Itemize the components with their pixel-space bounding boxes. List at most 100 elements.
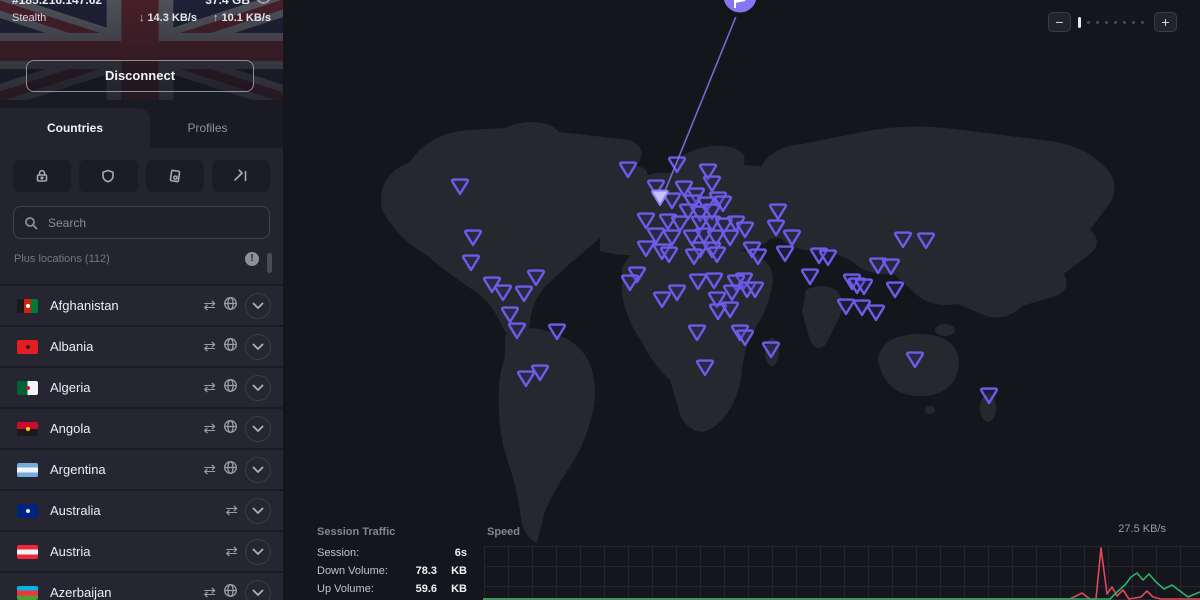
zoom-slider-handle[interactable] bbox=[1078, 17, 1081, 28]
upload-speed: ↑10.1 KB/s bbox=[213, 12, 271, 24]
session-unit: 6s bbox=[437, 547, 467, 561]
info-icon[interactable]: ! bbox=[245, 252, 259, 266]
latency-sort-button[interactable] bbox=[212, 160, 270, 192]
expand-chevron-button[interactable] bbox=[245, 539, 271, 565]
zoom-slider-dot[interactable] bbox=[1087, 21, 1090, 24]
country-row-afghanistan[interactable]: Afghanistan⇄ bbox=[0, 284, 283, 325]
location-pin[interactable] bbox=[868, 306, 884, 320]
tab-profiles[interactable]: Profiles bbox=[150, 108, 265, 148]
austria-flag-icon bbox=[17, 545, 38, 559]
session-traffic-title: Session Traffic bbox=[317, 526, 467, 538]
expand-chevron-button[interactable] bbox=[245, 293, 271, 319]
location-pin[interactable] bbox=[887, 283, 903, 297]
port-forward-swap-icon[interactable]: ⇄ bbox=[203, 585, 216, 600]
port-forward-swap-icon[interactable]: ⇄ bbox=[203, 462, 216, 477]
port-forward-swap-icon[interactable]: ⇄ bbox=[203, 421, 216, 436]
country-row-azerbaijan[interactable]: Azerbaijan⇄ bbox=[0, 571, 283, 600]
down-volume-row: Down Volume: 78.3 KB bbox=[317, 565, 467, 579]
expand-chevron-button[interactable] bbox=[245, 334, 271, 360]
port-forward-swap-icon[interactable]: ⇄ bbox=[203, 380, 216, 395]
country-row-albania[interactable]: Albania⇄ bbox=[0, 325, 283, 366]
search-icon bbox=[24, 216, 38, 230]
zoom-in-button[interactable]: + bbox=[1154, 12, 1177, 32]
list-scrollbar-thumb[interactable] bbox=[267, 253, 272, 273]
country-name: Afghanistan bbox=[50, 298, 203, 313]
country-name: Algeria bbox=[50, 380, 203, 395]
protocol-label[interactable]: Stealth bbox=[12, 12, 46, 24]
speed-graph-lines bbox=[483, 520, 1200, 600]
lock-icon bbox=[35, 169, 49, 183]
globe-icon[interactable] bbox=[223, 296, 238, 316]
zoom-out-button[interactable]: − bbox=[1048, 12, 1071, 32]
expand-chevron-button[interactable] bbox=[245, 580, 271, 600]
algeria-flag-icon bbox=[17, 381, 38, 395]
port-forward-swap-icon[interactable]: ⇄ bbox=[203, 298, 216, 313]
country-row-austria[interactable]: Austria⇄ bbox=[0, 530, 283, 571]
port-forward-swap-icon[interactable]: ⇄ bbox=[203, 339, 216, 354]
zoom-slider-dot[interactable] bbox=[1096, 21, 1099, 24]
down-volume-label: Down Volume: bbox=[317, 565, 389, 579]
country-row-australia[interactable]: Australia⇄ bbox=[0, 489, 283, 530]
header-status-row: Stealth ↓14.3 KB/s ↑10.1 KB/s bbox=[0, 6, 283, 24]
down-volume-unit: KB bbox=[437, 565, 467, 579]
gear-icon[interactable] bbox=[256, 0, 271, 4]
globe-icon[interactable] bbox=[223, 460, 238, 480]
search-box[interactable] bbox=[13, 206, 270, 239]
country-name: Azerbaijan bbox=[50, 585, 203, 600]
country-row-argentina[interactable]: Argentina⇄ bbox=[0, 448, 283, 489]
expand-chevron-button[interactable] bbox=[245, 375, 271, 401]
expand-chevron-button[interactable] bbox=[245, 416, 271, 442]
up-volume-value: 59.6 bbox=[389, 583, 437, 597]
plus-locations-label: Plus locations (112) bbox=[14, 253, 110, 265]
download-speed: ↓14.3 KB/s bbox=[139, 12, 197, 24]
argentina-flag-icon bbox=[17, 463, 38, 477]
globe-icon[interactable] bbox=[223, 378, 238, 398]
country-row-angola[interactable]: Angola⇄ bbox=[0, 407, 283, 448]
filter-icon-row bbox=[0, 148, 283, 198]
up-volume-label: Up Volume: bbox=[317, 583, 389, 597]
country-name: Albania bbox=[50, 339, 203, 354]
arrow-to-bar-icon bbox=[233, 169, 249, 183]
zoom-slider-dot[interactable] bbox=[1141, 21, 1144, 24]
port-forward-swap-icon[interactable]: ⇄ bbox=[225, 503, 238, 518]
angola-flag-icon bbox=[17, 422, 38, 436]
zoom-slider-dot[interactable] bbox=[1123, 21, 1126, 24]
search-input[interactable] bbox=[46, 215, 259, 231]
vpn-app-window: − + Session Traffic Session: 6s Down Vol… bbox=[0, 0, 1200, 600]
up-volume-unit: KB bbox=[437, 583, 467, 597]
session-row: Session: 6s bbox=[317, 547, 467, 561]
down-volume-value: 78.3 bbox=[389, 565, 437, 579]
globe-icon[interactable] bbox=[223, 419, 238, 439]
port-forward-swap-icon[interactable]: ⇄ bbox=[225, 544, 238, 559]
down-arrow-icon: ↓ bbox=[139, 12, 145, 24]
afghanistan-flag-icon bbox=[17, 299, 38, 313]
connection-header: #185.216.147.62 37.4 GB Stealth ↓14.3 KB… bbox=[0, 0, 283, 100]
disconnect-button[interactable]: Disconnect bbox=[26, 60, 254, 92]
country-name: Austria bbox=[50, 544, 225, 559]
expand-chevron-button[interactable] bbox=[245, 498, 271, 524]
zoom-slider-track[interactable] bbox=[1087, 21, 1144, 24]
tab-bar: Countries Profiles bbox=[0, 100, 283, 148]
sidebar: #185.216.147.62 37.4 GB Stealth ↓14.3 KB… bbox=[0, 0, 283, 600]
location-pin[interactable] bbox=[802, 270, 818, 284]
static-ip-lock-button[interactable] bbox=[13, 160, 71, 192]
globe-icon[interactable] bbox=[223, 337, 238, 357]
country-row-algeria[interactable]: Algeria⇄ bbox=[0, 366, 283, 407]
up-arrow-icon: ↑ bbox=[213, 12, 219, 24]
shield-filter-button[interactable] bbox=[79, 160, 137, 192]
config-filter-button[interactable] bbox=[146, 160, 204, 192]
albania-flag-icon bbox=[17, 340, 38, 354]
zoom-slider-dot[interactable] bbox=[1132, 21, 1135, 24]
globe-icon[interactable] bbox=[223, 583, 238, 600]
locations-list-header: Plus locations (112) ! bbox=[0, 239, 283, 274]
zoom-slider-dot[interactable] bbox=[1105, 21, 1108, 24]
download-speed-line bbox=[483, 548, 1200, 599]
connected-node-circle[interactable] bbox=[721, 0, 759, 15]
location-pin[interactable] bbox=[820, 251, 836, 265]
up-volume-row: Up Volume: 59.6 KB bbox=[317, 583, 467, 597]
location-pin[interactable] bbox=[777, 247, 793, 261]
speed-graph: Speed 27.5 KB/s bbox=[483, 520, 1200, 600]
tab-countries[interactable]: Countries bbox=[0, 108, 150, 148]
expand-chevron-button[interactable] bbox=[245, 457, 271, 483]
zoom-slider-dot[interactable] bbox=[1114, 21, 1117, 24]
